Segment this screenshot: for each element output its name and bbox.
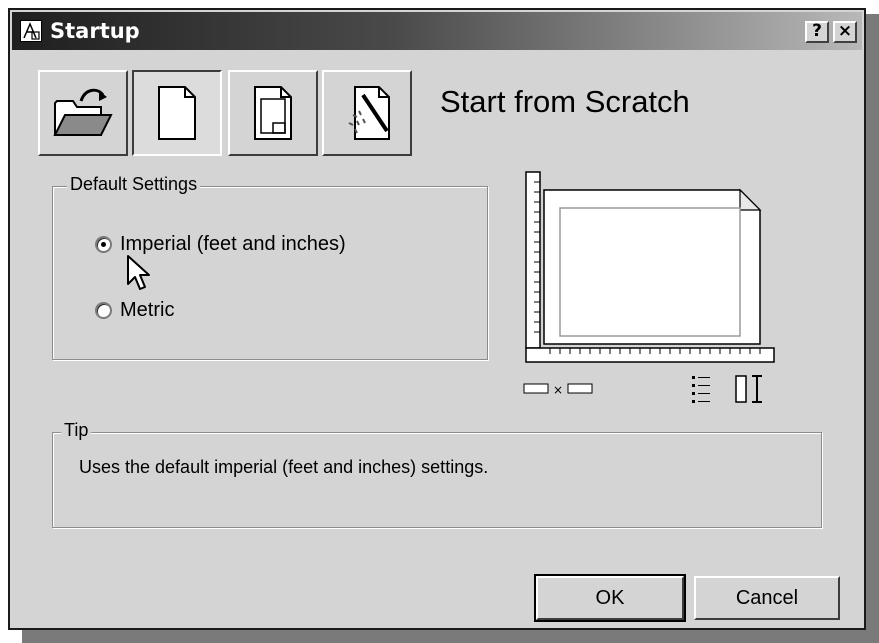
svg-text:×: × xyxy=(553,383,563,397)
open-drawing-button[interactable] xyxy=(38,70,128,156)
close-button[interactable]: × xyxy=(833,21,857,43)
mouse-cursor-icon xyxy=(127,255,150,290)
window-title: Startup xyxy=(50,19,140,43)
cancel-button[interactable]: Cancel xyxy=(694,576,840,620)
default-settings-label: Default Settings xyxy=(67,174,201,195)
tip-group: Tip Uses the default imperial (feet and … xyxy=(52,420,822,528)
template-page-icon xyxy=(254,86,292,140)
metric-label[interactable]: Metric xyxy=(120,299,174,322)
metric-option[interactable]: Metric xyxy=(95,299,174,322)
imperial-label[interactable]: Imperial (feet and inches) xyxy=(120,233,346,256)
title-bar[interactable]: Startup ? × xyxy=(12,12,862,50)
default-settings-group: Default Settings Imperial (feet and inch… xyxy=(52,174,488,360)
startup-dialog: Startup ? × Start from Scratch Default S… xyxy=(8,8,866,630)
paper-preview-icon xyxy=(525,171,775,363)
open-folder-icon xyxy=(53,88,113,136)
tip-label: Tip xyxy=(61,420,92,441)
autocad-app-icon xyxy=(20,20,42,42)
section-title: Start from Scratch xyxy=(440,84,690,119)
imperial-option[interactable]: Imperial (feet and inches) xyxy=(95,233,346,256)
wizard-icon xyxy=(348,86,390,140)
help-button[interactable]: ? xyxy=(805,21,829,43)
ok-button[interactable]: OK xyxy=(534,574,686,622)
metric-radio[interactable] xyxy=(95,302,112,319)
use-wizard-button[interactable] xyxy=(322,70,412,156)
dimension-icon: × xyxy=(523,375,762,403)
imperial-radio[interactable] xyxy=(95,236,112,253)
tip-text: Uses the default imperial (feet and inch… xyxy=(79,457,489,477)
blank-page-icon xyxy=(158,86,196,140)
use-template-button[interactable] xyxy=(228,70,318,156)
start-from-scratch-button[interactable] xyxy=(132,70,222,156)
